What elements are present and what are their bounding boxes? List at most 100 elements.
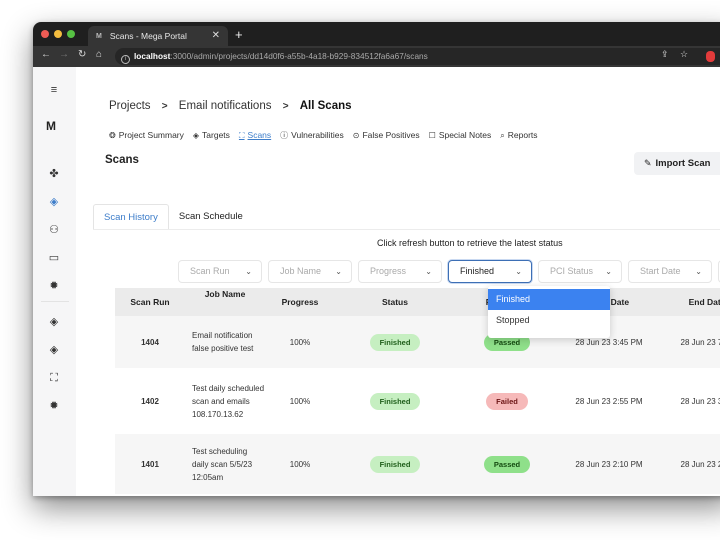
breadcrumb-separator: > bbox=[161, 101, 168, 112]
info-icon[interactable]: i bbox=[121, 55, 130, 64]
browser-window: M Scans - Mega Portal ✕ + ← → ↻ ⌂ i local… bbox=[33, 22, 720, 496]
chevron-down-icon: ⌄ bbox=[245, 267, 252, 276]
subnav-project-summary[interactable]: ❂ Project Summary bbox=[109, 130, 184, 141]
job-name: Email notification false positive test bbox=[192, 331, 254, 353]
pci-status-cell: Passed bbox=[455, 455, 559, 473]
filter-scan-run[interactable]: Scan Run ⌄ bbox=[178, 260, 262, 283]
page-title: Scans bbox=[105, 154, 139, 166]
scan-run: 1402 bbox=[141, 396, 159, 406]
col-job-name[interactable]: Job Name bbox=[185, 288, 265, 316]
layers-icon[interactable]: ◈ bbox=[47, 315, 61, 329]
app: ≡ M ✤ ◈ ⚇ ▭ ✹ ◈ ◈ ⛶ ✹ Projects > Email n… bbox=[33, 67, 720, 496]
gear-icon[interactable]: ✹ bbox=[47, 279, 61, 293]
special-notes-icon: ☐ bbox=[428, 131, 436, 140]
tab-scan-history[interactable]: Scan History bbox=[93, 204, 169, 230]
subnav-false-positives[interactable]: ⊙ False Positives bbox=[353, 130, 420, 141]
import-scan-label: Import Scan bbox=[655, 158, 711, 169]
table-row[interactable]: 1404 Email notification false positive t… bbox=[115, 316, 720, 368]
col-end-date[interactable]: End Date bbox=[659, 288, 720, 316]
chat-icon[interactable]: ▭ bbox=[47, 251, 61, 265]
reload-icon[interactable]: ↻ bbox=[78, 49, 86, 60]
scan-icon[interactable]: ⛶ bbox=[47, 371, 61, 385]
pci-status-cell: Failed bbox=[455, 392, 559, 410]
dropdown-option-stopped[interactable]: Stopped bbox=[488, 310, 610, 331]
chevron-down-icon: ⌄ bbox=[425, 267, 432, 276]
subnav-label: Reports bbox=[507, 130, 538, 140]
back-icon[interactable]: ← bbox=[41, 49, 51, 60]
menu-icon[interactable]: ≡ bbox=[47, 83, 61, 97]
scans-table: Scan Run Job Name Progress Status PCI St… bbox=[115, 288, 720, 496]
subnav-targets[interactable]: ◈ Targets bbox=[193, 130, 230, 141]
status-cell: Finished bbox=[335, 333, 455, 351]
filter-job-name[interactable]: Job Name ⌄ bbox=[268, 260, 352, 283]
subnav-special-notes[interactable]: ☐ Special Notes bbox=[429, 130, 492, 141]
tabs-divider bbox=[93, 229, 720, 230]
subnav-label: Special Notes bbox=[438, 130, 492, 140]
new-tab-button[interactable]: + bbox=[235, 27, 243, 42]
url-path: :3000/admin/projects/dd14d0f6-a55b-4a18-… bbox=[170, 51, 428, 61]
close-window-button[interactable] bbox=[41, 30, 49, 38]
end-date: 28 Jun 23 7:29 bbox=[680, 337, 720, 347]
browser-titlebar: M Scans - Mega Portal ✕ + bbox=[33, 22, 720, 46]
dropdown-option-finished[interactable]: Finished bbox=[488, 289, 610, 310]
users-icon[interactable]: ⚇ bbox=[47, 223, 61, 237]
reports-icon: ⌕ bbox=[500, 131, 505, 140]
close-tab-icon[interactable]: ✕ bbox=[212, 30, 220, 41]
subnav-reports[interactable]: ⌕ Reports bbox=[500, 130, 537, 141]
filter-placeholder: PCI Status bbox=[550, 266, 594, 276]
progress: 100% bbox=[289, 396, 311, 406]
bookmark-star-icon[interactable]: ☆ bbox=[680, 49, 688, 60]
layers-icon[interactable]: ◈ bbox=[47, 195, 61, 209]
filter-placeholder: Start Date bbox=[640, 266, 681, 276]
breadcrumb-projects[interactable]: Projects bbox=[109, 100, 151, 112]
chevron-down-icon: ⌄ bbox=[605, 267, 612, 276]
subnav-scans[interactable]: ⛶ Scans bbox=[239, 130, 271, 141]
status-badge: Finished bbox=[369, 455, 421, 473]
breadcrumb-separator: > bbox=[282, 101, 289, 112]
filter-progress[interactable]: Progress ⌄ bbox=[358, 260, 442, 283]
logo: M bbox=[46, 119, 56, 133]
filter-pci-status[interactable]: PCI Status ⌄ bbox=[538, 260, 622, 283]
main-content: Projects > Email notifications > All Sca… bbox=[76, 67, 720, 496]
browser-tab[interactable]: M Scans - Mega Portal ✕ bbox=[88, 26, 228, 46]
import-scan-button[interactable]: ✎ Import Scan bbox=[634, 152, 720, 175]
browser-toolbar: ← → ↻ ⌂ i localhost:3000/admin/projects/d… bbox=[33, 46, 720, 67]
maximize-window-button[interactable] bbox=[67, 30, 75, 38]
col-scan-run[interactable]: Scan Run bbox=[115, 288, 185, 316]
status-cell: Finished bbox=[335, 392, 455, 410]
address-bar[interactable]: i localhost:3000/admin/projects/dd14d0f6-… bbox=[115, 48, 720, 65]
filter-placeholder: Job Name bbox=[280, 266, 322, 276]
filter-status[interactable]: Finished ⌄ bbox=[448, 260, 532, 283]
start-date: 28 Jun 23 3:45 PM bbox=[575, 337, 643, 347]
extension-icon[interactable] bbox=[706, 51, 715, 62]
job-name: Test scheduling daily scan 5/5/23 12:05a… bbox=[192, 446, 253, 482]
layers-icon[interactable]: ◈ bbox=[47, 343, 61, 357]
forward-icon[interactable]: → bbox=[59, 49, 69, 60]
breadcrumb-email-notifications[interactable]: Email notifications bbox=[179, 100, 272, 112]
network-icon[interactable]: ✤ bbox=[47, 167, 61, 181]
gear-icon[interactable]: ✹ bbox=[47, 399, 61, 413]
table-header: Scan Run Job Name Progress Status PCI St… bbox=[115, 288, 720, 316]
targets-icon: ◈ bbox=[192, 131, 200, 140]
table-row[interactable]: 1401 Test scheduling daily scan 5/5/23 1… bbox=[115, 434, 720, 494]
refresh-note: Click refresh button to retrieve the lat… bbox=[377, 238, 563, 248]
subnav-vulnerabilities[interactable]: ⓘ Vulnerabilities bbox=[280, 130, 344, 141]
scan-tabs: Scan History Scan Schedule bbox=[93, 204, 253, 230]
scan-run: 1401 bbox=[141, 459, 159, 469]
filter-start-date[interactable]: Start Date ⌄ bbox=[628, 260, 712, 283]
filter-placeholder: Progress bbox=[370, 266, 407, 276]
table-row[interactable]: 1402 Test daily scheduled scan and email… bbox=[115, 368, 720, 434]
home-icon[interactable]: ⌂ bbox=[96, 49, 102, 60]
start-date: 28 Jun 23 2:55 PM bbox=[575, 396, 643, 406]
progress: 100% bbox=[289, 337, 311, 347]
breadcrumb-current: All Scans bbox=[299, 100, 352, 112]
end-date: 28 Jun 23 3:39 bbox=[680, 396, 720, 406]
col-status[interactable]: Status bbox=[335, 288, 455, 316]
status-dropdown-menu: Finished Stopped bbox=[488, 286, 610, 338]
minimize-window-button[interactable] bbox=[54, 30, 62, 38]
subnav-label: Vulnerabilities bbox=[291, 130, 344, 140]
job-name: Test daily scheduled scan and emails 108… bbox=[192, 383, 265, 419]
tab-scan-schedule[interactable]: Scan Schedule bbox=[169, 204, 253, 230]
col-progress[interactable]: Progress bbox=[265, 288, 335, 316]
share-icon[interactable]: ⇪ bbox=[661, 49, 669, 60]
